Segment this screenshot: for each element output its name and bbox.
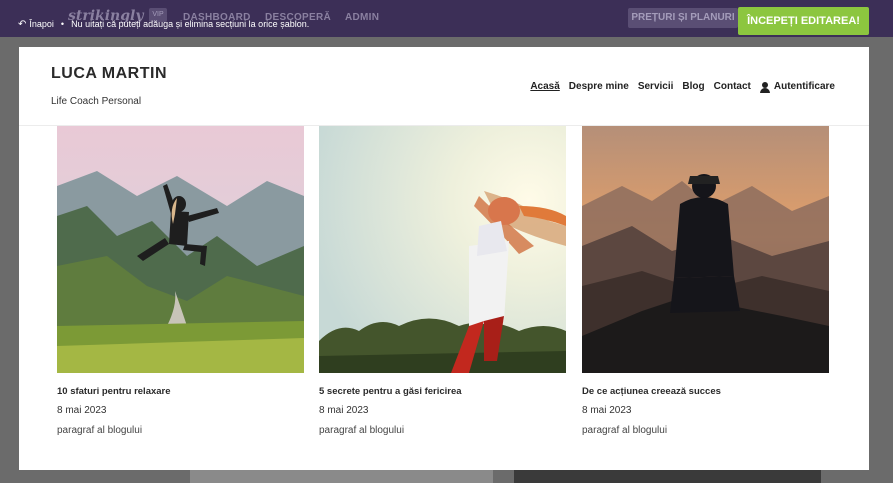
post-excerpt: paragraf al blogului	[57, 425, 143, 436]
nav-about[interactable]: Despre mine	[569, 81, 629, 92]
nav-contact[interactable]: Contact	[714, 81, 751, 92]
template-preview-modal: LUCA MARTIN Life Coach Personal Acasă De…	[19, 47, 869, 470]
post-title[interactable]: 10 sfaturi pentru relaxare	[57, 386, 304, 397]
site-header: LUCA MARTIN Life Coach Personal Acasă De…	[19, 47, 869, 126]
blog-post-card[interactable]: 5 secrete pentru a găsi fericirea 8 mai …	[319, 126, 566, 436]
nav-login[interactable]: Autentificare	[774, 81, 835, 92]
post-date: 8 mai 2023	[582, 405, 632, 416]
separator-dot: •	[60, 19, 65, 29]
background-page-block	[190, 470, 493, 483]
nav-admin[interactable]: ADMIN	[345, 12, 379, 23]
blog-post-card[interactable]: De ce acțiunea creează succes 8 mai 2023…	[582, 126, 829, 436]
background-page-block	[514, 470, 821, 483]
preview-notice-bar: ↶ Înapoi • Nu uitați că puteți adăuga și…	[18, 17, 309, 31]
post-excerpt: paragraf al blogului	[582, 425, 668, 436]
site-nav: Acasă Despre mine Servicii Blog Contact …	[521, 81, 835, 93]
site-tagline: Life Coach Personal	[51, 96, 142, 107]
post-date: 8 mai 2023	[319, 405, 369, 416]
nav-services[interactable]: Servicii	[638, 81, 674, 92]
back-arrow-icon[interactable]: ↶	[18, 19, 26, 30]
start-editing-button[interactable]: ÎNCEPEȚI EDITAREA!	[738, 7, 869, 35]
user-icon[interactable]	[759, 81, 770, 93]
pricing-button[interactable]: PREȚURI ȘI PLANURI	[628, 8, 738, 28]
nav-home[interactable]: Acasă	[530, 81, 559, 92]
preview-notice-text: Nu uitați că puteți adăuga și elimina se…	[71, 19, 310, 29]
site-name[interactable]: LUCA MARTIN	[51, 65, 167, 83]
back-link[interactable]: Înapoi	[29, 19, 54, 29]
post-title[interactable]: De ce acțiunea creează succes	[582, 386, 829, 397]
mountain-sunset-man-photo[interactable]	[582, 126, 829, 373]
post-title[interactable]: 5 secrete pentru a găsi fericirea	[319, 386, 566, 397]
post-date: 8 mai 2023	[57, 405, 107, 416]
nav-blog[interactable]: Blog	[682, 81, 704, 92]
mountain-jump-photo[interactable]	[57, 126, 304, 373]
blog-post-card[interactable]: 10 sfaturi pentru relaxare 8 mai 2023 pa…	[57, 126, 304, 436]
post-excerpt: paragraf al blogului	[319, 425, 405, 436]
sunlight-woman-photo[interactable]	[319, 126, 566, 373]
